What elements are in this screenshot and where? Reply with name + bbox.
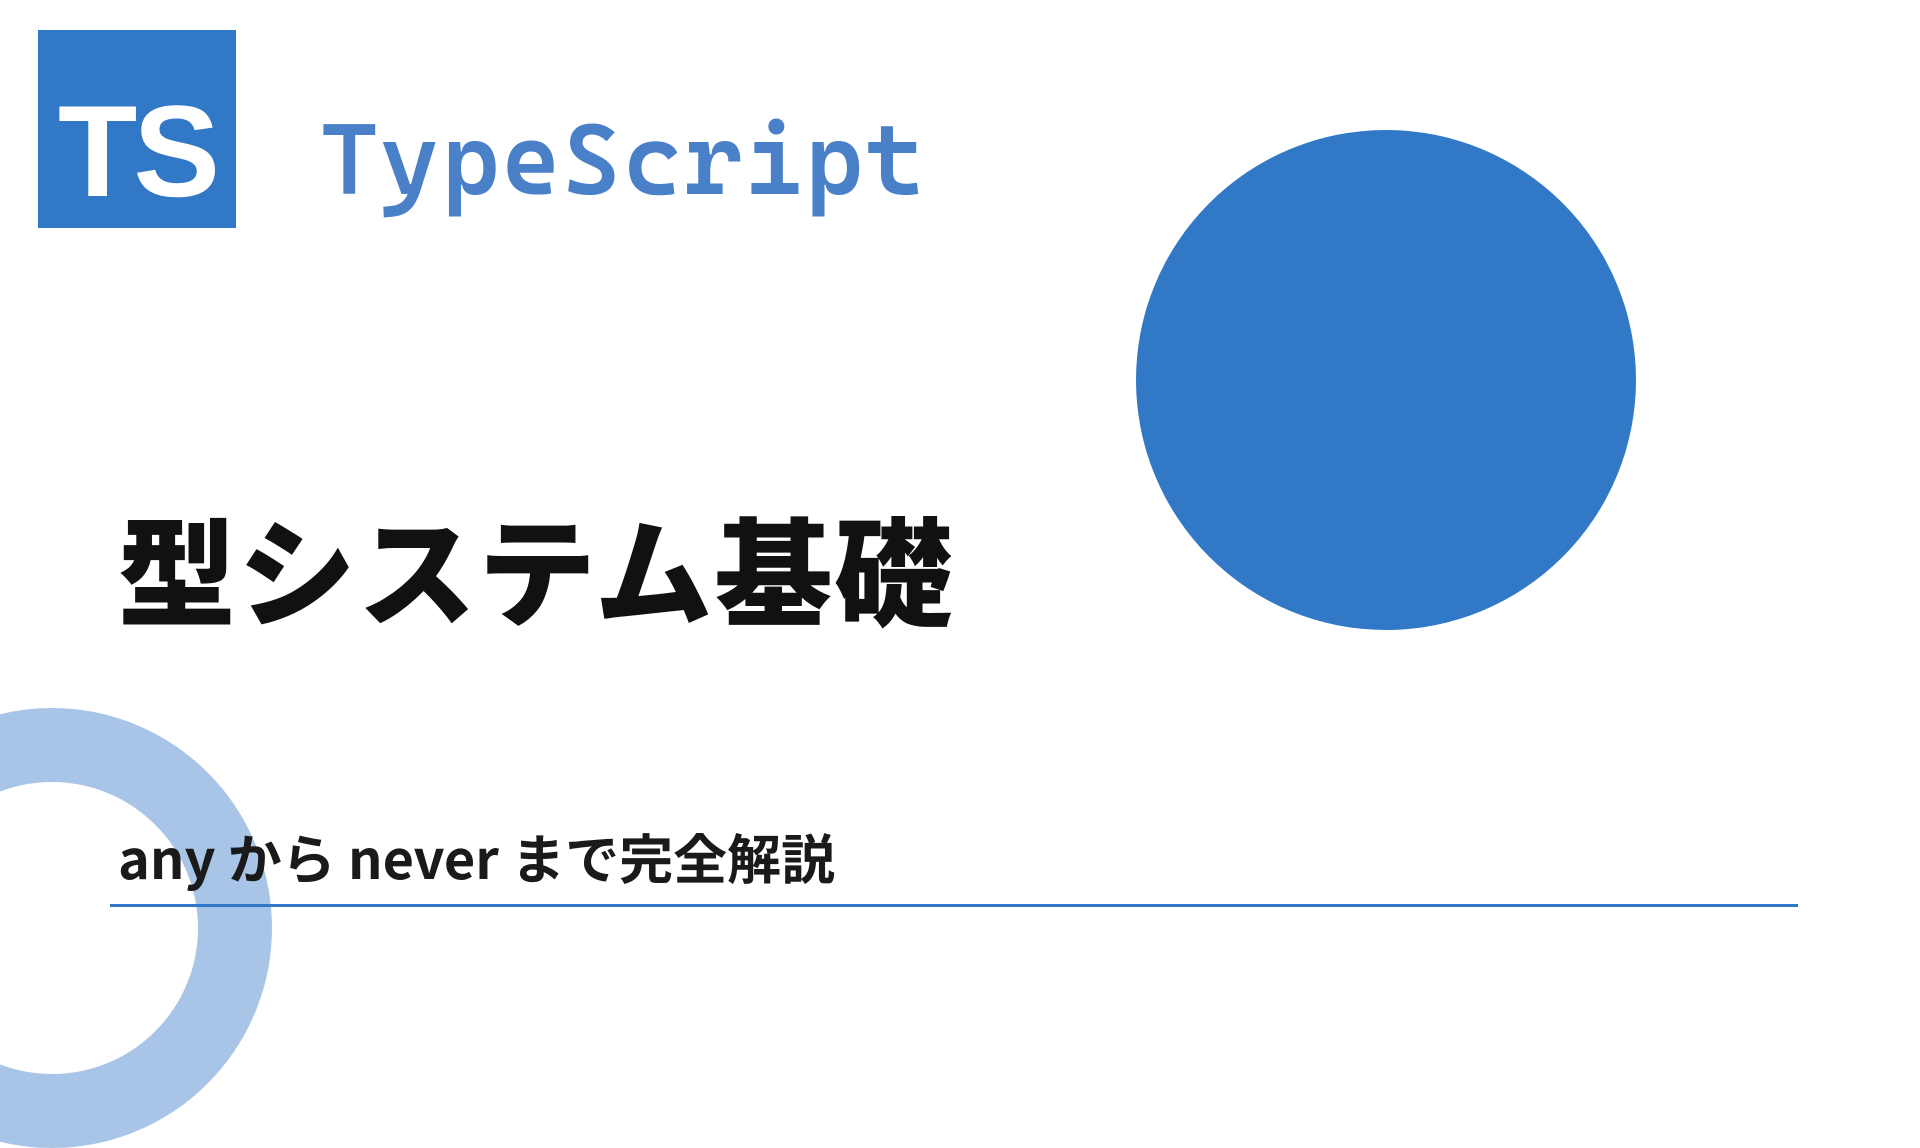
divider xyxy=(110,904,1798,907)
slide: TS TypeScript 型システム基礎 any から never まで完全解… xyxy=(0,0,1920,1080)
slide-title: 型システム基礎 xyxy=(118,480,954,651)
decorative-ring-icon xyxy=(0,708,272,1148)
brand-label: TypeScript xyxy=(320,102,926,218)
slide-subtitle: any から never まで完全解説 xyxy=(118,816,835,895)
decorative-circle-icon xyxy=(1136,130,1636,630)
typescript-logo-icon: TS xyxy=(38,30,236,228)
logo-text: TS xyxy=(58,86,216,216)
